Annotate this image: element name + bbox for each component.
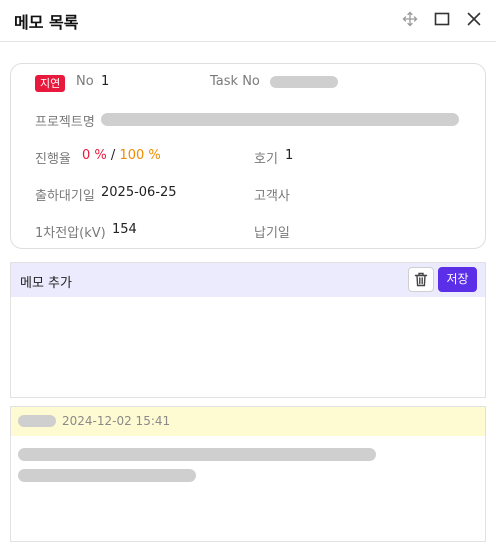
customer-label: 고객사	[254, 189, 290, 204]
unit-label: 호기	[254, 152, 278, 167]
task-no-value-redacted	[270, 76, 338, 88]
trash-icon	[414, 272, 428, 287]
unit-value: 1	[285, 148, 294, 163]
progress-label: 진행율	[35, 152, 71, 167]
memo-author-redacted	[18, 415, 56, 427]
status-badge: 지연	[35, 75, 66, 92]
memo-date: 2024-12-02 15:41	[62, 414, 171, 428]
voltage-value: 154	[112, 222, 137, 237]
move-icon[interactable]	[400, 9, 420, 29]
memo-text-line-redacted	[18, 469, 196, 482]
ship-date-value: 2025-06-25	[101, 185, 177, 200]
memo-item-header: 2024-12-02 15:41	[11, 407, 485, 436]
memo-add-label: 메모 추가	[20, 276, 72, 291]
ship-date-label: 출하대기일	[35, 189, 95, 204]
memo-add-header: 메모 추가 저장	[11, 263, 485, 297]
close-icon[interactable]	[464, 9, 484, 29]
progress-target: 100	[119, 148, 145, 163]
progress-target-unit: %	[148, 148, 161, 163]
voltage-label: 1차전압(kV)	[35, 226, 106, 241]
project-name-value-redacted	[101, 113, 459, 126]
save-button[interactable]: 저장	[438, 267, 477, 292]
no-value: 1	[101, 74, 110, 89]
progress-value: 0 % / 100 %	[82, 148, 161, 163]
progress-actual: 0	[82, 148, 91, 163]
project-name-label: 프로젝트명	[35, 115, 95, 130]
delivery-date-label: 납기일	[254, 226, 290, 241]
delete-button[interactable]	[408, 267, 434, 292]
maximize-icon[interactable]	[432, 9, 452, 29]
task-info-card: 지연 No 1 Task No 프로젝트명 진행율 0 % / 100 % 호기…	[10, 63, 486, 249]
memo-list-item: 2024-12-02 15:41	[10, 406, 486, 542]
task-no-label: Task No	[210, 74, 260, 89]
title-bar: 메모 목록	[0, 0, 496, 42]
memo-text-line-redacted	[18, 448, 376, 461]
progress-separator: /	[110, 148, 116, 163]
window-title: 메모 목록	[14, 13, 79, 32]
memo-add-panel: 메모 추가 저장	[10, 262, 486, 398]
memo-input[interactable]	[11, 297, 485, 397]
no-label: No	[76, 74, 94, 89]
progress-actual-unit: %	[94, 148, 107, 163]
